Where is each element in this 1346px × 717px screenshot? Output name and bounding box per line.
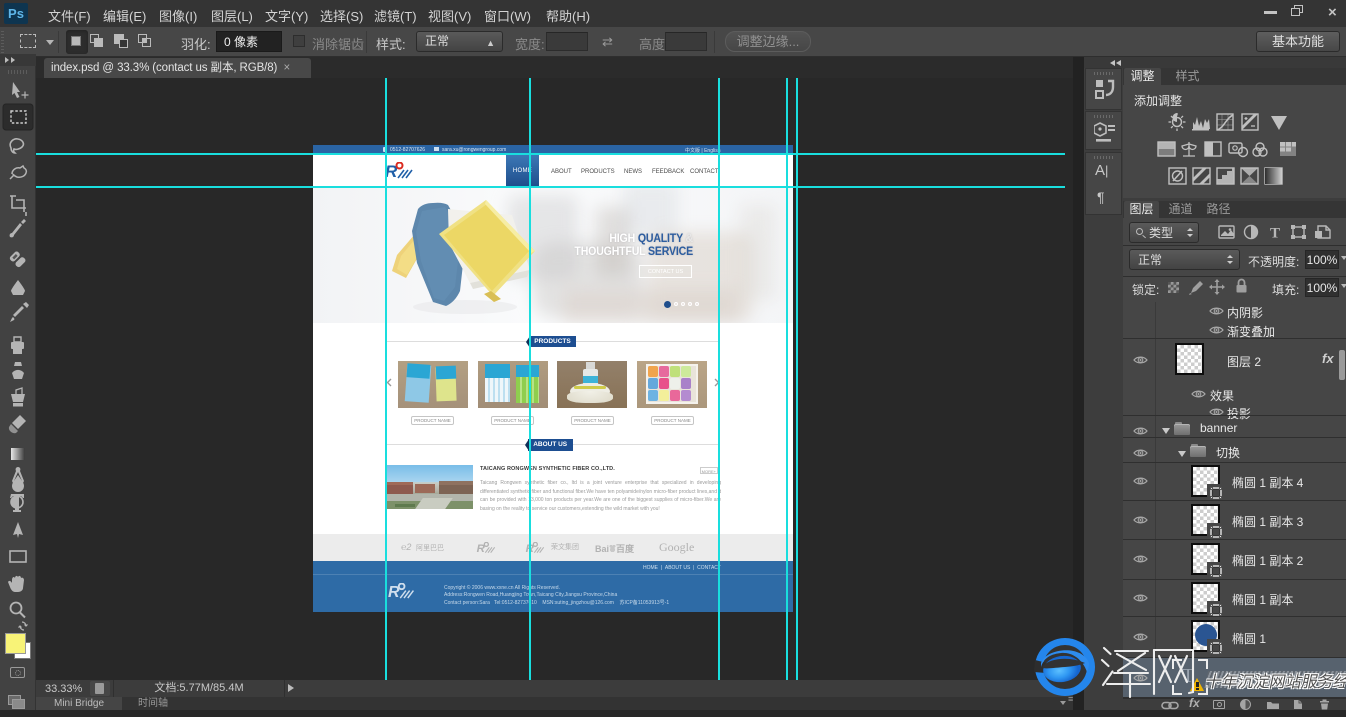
svg-text:T: T bbox=[1270, 226, 1280, 241]
